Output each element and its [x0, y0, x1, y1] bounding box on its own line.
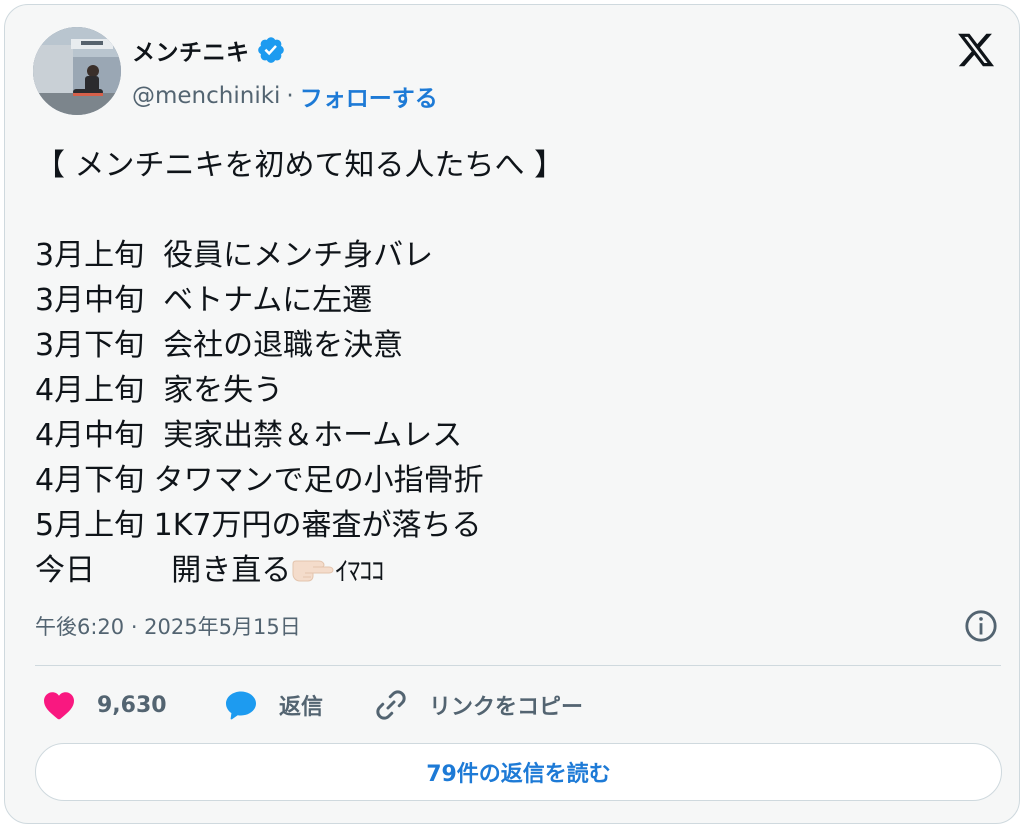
tweet-actions: 9,630 返信 リンクをコピー [41, 685, 583, 725]
tweet-line: 3月中旬 ベトナムに左遷 [35, 283, 373, 318]
verified-badge-icon [257, 37, 284, 63]
tweet-line: 【 メンチニキを初めて知る人たちへ 】 [35, 148, 565, 183]
info-icon[interactable] [964, 609, 998, 643]
reply-label: 返信 [279, 695, 324, 720]
tweet-line: 4月下旬 タワマンで足の小指骨折 [35, 463, 484, 498]
tweet-line-text: 今日 開き直る [35, 553, 292, 588]
tweet-line: 3月下旬 会社の退職を決意 [35, 328, 404, 363]
tweet-line-last: 今日 開き直る ｲﾏｺｺ [35, 548, 995, 593]
author-handle-row: @menchiniki · フォローする [132, 79, 438, 113]
tweet-text: 【 メンチニキを初めて知る人たちへ 】 3月上旬 役員にメンチ身バレ 3月中旬 … [35, 143, 995, 593]
tweet-line: 4月上旬 家を失う [35, 373, 284, 408]
tweet-line: 3月上旬 役員にメンチ身バレ [35, 238, 434, 273]
follow-button[interactable]: フォローする [300, 79, 438, 113]
speech-bubble-icon [226, 691, 256, 720]
pointing-hand-icon [292, 560, 334, 582]
like-button[interactable]: 9,630 [41, 687, 223, 723]
tweet-timestamp[interactable]: 午後6:20 · 2025年5月15日 [35, 611, 301, 641]
copy-link-button[interactable]: リンクをコピー [373, 687, 583, 723]
heart-icon [44, 692, 74, 720]
handle-separator: · [286, 83, 294, 109]
link-icon [376, 690, 406, 720]
author-display-name[interactable]: メンチニキ [132, 33, 250, 67]
avatar[interactable] [33, 27, 121, 115]
tweet-line: 4月中旬 実家出禁＆ホームレス [35, 418, 463, 453]
tweet-line [35, 188, 995, 233]
read-replies-label: 79件の返信を読む [426, 762, 611, 787]
tweet-line: 5月上旬 1K7万円の審査が落ちる [35, 508, 482, 543]
author-name-row: メンチニキ [132, 33, 286, 67]
tweet-card: メンチニキ @menchiniki · フォローする 【 メンチニキを初めて知る… [4, 4, 1020, 824]
reply-button[interactable]: 返信 [223, 687, 373, 723]
copy-link-label: リンクをコピー [429, 695, 584, 720]
like-count: 9,630 [97, 692, 167, 718]
author-handle[interactable]: @menchiniki [132, 83, 280, 109]
read-replies-button[interactable]: 79件の返信を読む [35, 743, 1002, 801]
x-logo-icon[interactable] [955, 30, 997, 70]
divider [35, 665, 1001, 666]
imakoko-text: ｲﾏｺｺ [335, 557, 384, 587]
